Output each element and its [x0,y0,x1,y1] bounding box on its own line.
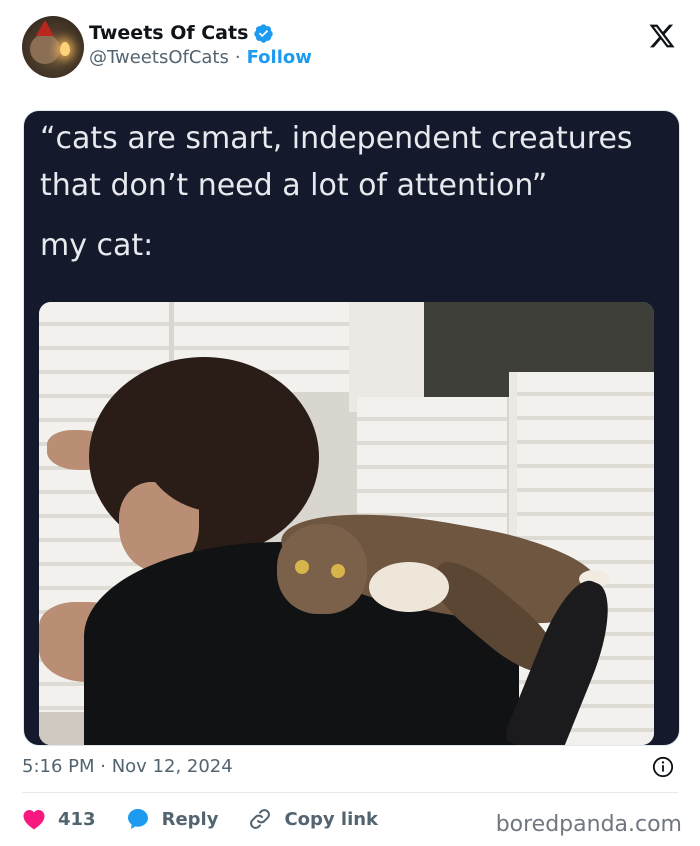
tweet-media[interactable]: “cats are smart, independent creatures t… [23,110,680,746]
media-text-line-3: my cat: [40,228,154,263]
reply-bubble-icon [127,809,148,829]
info-icon[interactable] [652,756,674,778]
media-text-line-1: “cats are smart, independent creatures [40,121,633,156]
follow-button[interactable]: Follow [247,47,312,68]
tweet-timestamp[interactable]: 5:16 PM · Nov 12, 2024 [22,756,233,777]
reply-button[interactable]: Reply [126,807,219,831]
avatar-cat-shape [30,34,60,64]
handle[interactable]: @TweetsOfCats [89,47,229,68]
divider [22,792,678,793]
copy-link-label: Copy link [284,808,379,830]
avatar-party-hat [36,20,54,36]
verified-badge-icon [254,23,274,43]
avatar[interactable] [22,16,84,78]
link-icon [250,809,271,829]
tweet-header: Tweets Of Cats @TweetsOfCats · Follow [22,16,682,80]
watermark: boredpanda.com [495,812,682,837]
avatar-candle-flame [60,42,70,56]
like-count: 413 [58,808,96,830]
display-name[interactable]: Tweets Of Cats [89,22,248,44]
copy-link-button[interactable]: Copy link [248,807,378,831]
name-row: Tweets Of Cats [89,20,274,46]
reply-label: Reply [161,808,219,830]
x-logo-icon[interactable] [648,22,676,50]
cat-photo [39,302,654,745]
handle-separator: · [234,47,241,68]
action-bar: 413 Reply Copy link [22,806,408,832]
like-button[interactable]: 413 [22,808,96,830]
heart-icon [23,810,45,830]
handle-row: @TweetsOfCats · Follow [89,47,312,68]
media-text-line-2: that don’t need a lot of attention” [40,168,548,203]
